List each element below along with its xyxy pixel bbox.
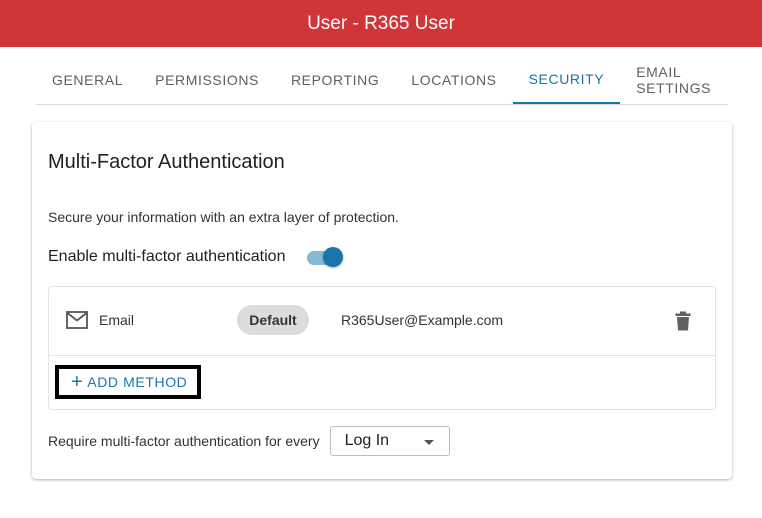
toggle-thumb	[323, 247, 344, 267]
method-name: Email	[99, 312, 135, 328]
tab-permissions[interactable]: PERMISSIONS	[139, 56, 275, 104]
tab-bar: GENERAL PERMISSIONS REPORTING LOCATIONS …	[36, 56, 728, 105]
tab-email-settings[interactable]: EMAIL SETTINGS	[620, 56, 728, 104]
method-row: Email Default R365User@Example.com	[49, 287, 715, 356]
add-method-button[interactable]: + ADD METHOD	[55, 365, 201, 399]
tab-locations[interactable]: LOCATIONS	[395, 56, 512, 104]
mfa-methods-list: Email Default R365User@Example.com + ADD…	[48, 286, 716, 410]
mail-icon	[66, 311, 88, 329]
trash-icon[interactable]	[675, 311, 691, 331]
mfa-description: Secure your information with an extra la…	[48, 209, 399, 225]
app-header: User - R365 User	[0, 0, 762, 47]
card-title: Multi-Factor Authentication	[48, 151, 285, 173]
plus-icon: +	[71, 371, 84, 393]
chevron-down-icon	[423, 440, 434, 445]
require-frequency-select[interactable]: Log In	[329, 426, 450, 456]
default-badge: Default	[237, 305, 309, 335]
select-value: Log In	[344, 432, 390, 449]
page-title: User - R365 User	[307, 12, 455, 34]
tab-general[interactable]: GENERAL	[36, 56, 139, 104]
enable-mfa-toggle[interactable]	[305, 246, 345, 268]
require-mfa-row: Require multi-factor authentication for …	[48, 426, 450, 456]
enable-mfa-label: Enable multi-factor authentication	[48, 248, 286, 265]
add-method-label: ADD METHOD	[87, 374, 188, 390]
tab-security[interactable]: SECURITY	[512, 56, 621, 104]
require-mfa-label: Require multi-factor authentication for …	[48, 433, 320, 449]
mfa-card: Multi-Factor Authentication Secure your …	[32, 122, 732, 479]
enable-mfa-row: Enable multi-factor authentication	[48, 246, 345, 268]
method-email-value: R365User@Example.com	[341, 312, 504, 328]
tab-reporting[interactable]: REPORTING	[275, 56, 395, 104]
